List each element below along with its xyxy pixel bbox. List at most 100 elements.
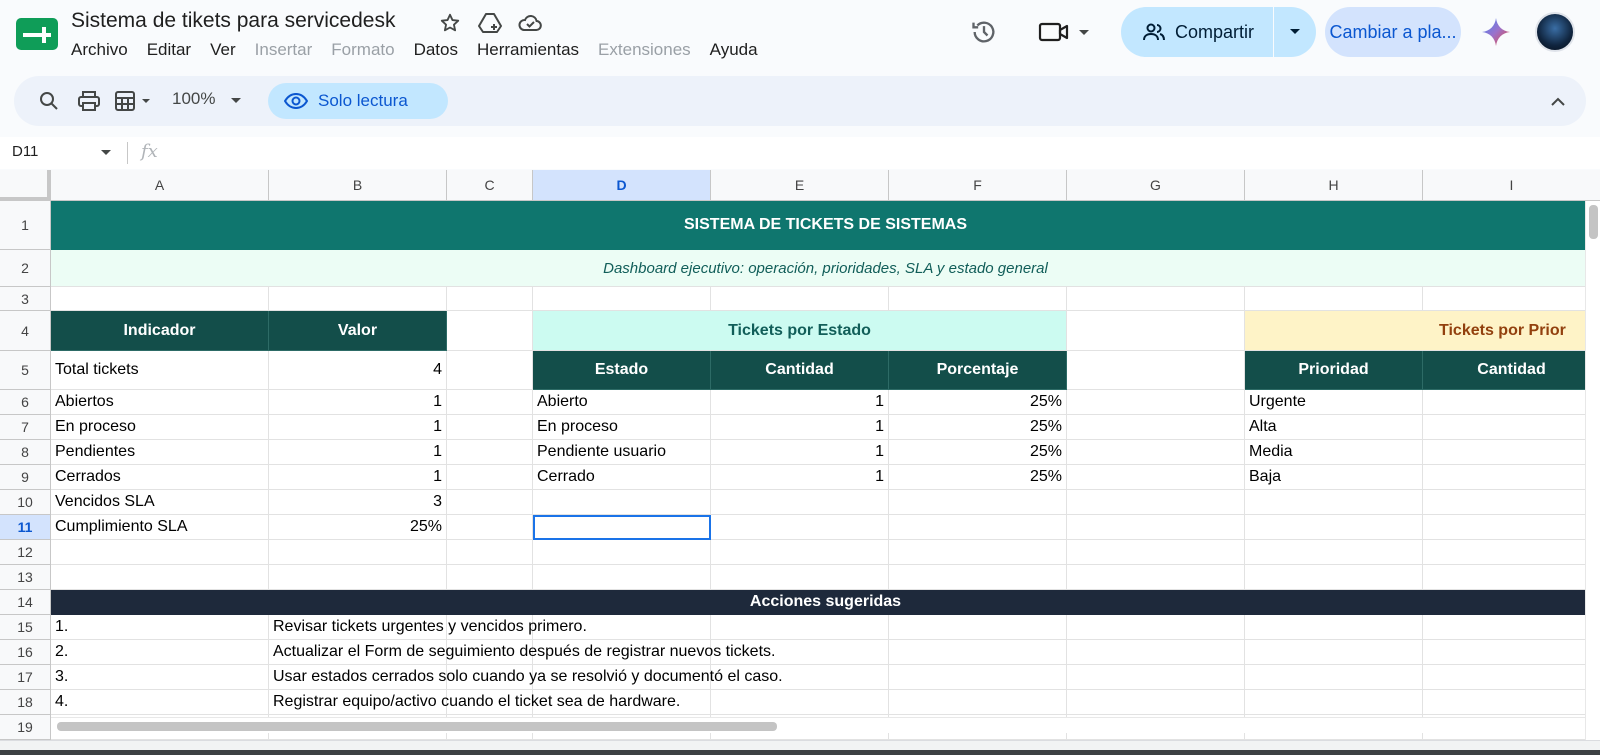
cell[interactable] xyxy=(1245,515,1423,540)
action-text[interactable]: Registrar equipo/activo cuando el ticket… xyxy=(269,690,680,715)
cell[interactable] xyxy=(1067,540,1245,565)
search-icon[interactable] xyxy=(34,85,64,117)
kpi-label[interactable]: Cumplimiento SLA xyxy=(51,515,269,540)
row-header-15[interactable]: 15 xyxy=(0,615,51,640)
cell[interactable] xyxy=(1423,415,1600,440)
cell[interactable] xyxy=(1245,640,1423,665)
cell[interactable] xyxy=(447,287,533,311)
row-header-9[interactable]: 9 xyxy=(0,465,51,490)
priority-label[interactable]: Alta xyxy=(1245,415,1423,440)
status-header[interactable]: Estado xyxy=(533,351,711,390)
column-header-f[interactable]: F xyxy=(889,170,1067,201)
row-header-2[interactable]: 2 xyxy=(0,250,51,287)
row-header-16[interactable]: 16 xyxy=(0,640,51,665)
share-button[interactable]: Compartir xyxy=(1121,7,1273,57)
spreadsheet-grid[interactable]: A B C D E F G H I 1 2 3 4 5 6 7 8 9 10 11 12 13 14 15 16 17 18 19 SI… xyxy=(0,170,1600,740)
column-header-g[interactable]: G xyxy=(1067,170,1245,201)
column-header-a[interactable]: A xyxy=(51,170,269,201)
cell[interactable] xyxy=(1067,440,1245,465)
cell[interactable] xyxy=(889,565,1067,590)
cell[interactable] xyxy=(889,615,1067,640)
row-header-6[interactable]: 6 xyxy=(0,390,51,415)
kpi-label[interactable]: Pendientes xyxy=(51,440,269,465)
cell[interactable] xyxy=(1423,465,1600,490)
kpi-value[interactable]: 4 xyxy=(269,351,447,390)
collapse-menu-chevron-up-icon[interactable] xyxy=(1544,87,1572,115)
cell[interactable] xyxy=(711,540,889,565)
readonly-mode-button[interactable]: Solo lectura xyxy=(268,83,448,119)
sheet-title[interactable]: SISTEMA DE TICKETS DE SISTEMAS xyxy=(51,201,1600,250)
action-text[interactable]: Actualizar el Form de seguimiento despué… xyxy=(269,640,775,665)
column-header-e[interactable]: E xyxy=(711,170,889,201)
kpi-value[interactable]: 1 xyxy=(269,440,447,465)
horizontal-scrollbar[interactable] xyxy=(51,717,1585,733)
kpi-header-indicator[interactable]: Indicador xyxy=(51,311,269,351)
priority-label[interactable]: Media xyxy=(1245,440,1423,465)
cell[interactable] xyxy=(533,540,711,565)
zoom-chevron-down-icon[interactable] xyxy=(226,85,246,117)
cell[interactable] xyxy=(889,287,1067,311)
zoom-select[interactable]: 100% xyxy=(172,89,215,109)
cell[interactable] xyxy=(447,490,533,515)
status-porcentaje[interactable]: 25% xyxy=(889,465,1067,490)
gemini-icon[interactable] xyxy=(1480,16,1512,48)
action-number[interactable]: 4. xyxy=(51,690,269,715)
cell[interactable] xyxy=(1423,690,1600,715)
version-history-icon[interactable] xyxy=(966,14,1002,50)
cell[interactable] xyxy=(711,490,889,515)
status-estado[interactable]: Cerrado xyxy=(533,465,711,490)
action-number[interactable]: 1. xyxy=(51,615,269,640)
column-header-i[interactable]: I xyxy=(1423,170,1600,201)
vertical-scroll-thumb[interactable] xyxy=(1589,205,1598,239)
cell[interactable] xyxy=(1423,390,1600,415)
cell[interactable] xyxy=(1423,565,1600,590)
name-box-chevron-down-icon[interactable] xyxy=(100,149,112,157)
cell[interactable] xyxy=(447,311,533,351)
cloud-saved-icon[interactable] xyxy=(517,10,543,36)
cell[interactable] xyxy=(1423,490,1600,515)
kpi-value[interactable]: 1 xyxy=(269,415,447,440)
menu-ver[interactable]: Ver xyxy=(210,40,236,62)
kpi-header-value[interactable]: Valor xyxy=(269,311,447,351)
status-table-title[interactable]: Tickets por Estado xyxy=(533,311,1067,351)
cell[interactable] xyxy=(1245,287,1423,311)
cell[interactable] xyxy=(1423,515,1600,540)
cell[interactable] xyxy=(1423,440,1600,465)
cell[interactable] xyxy=(889,665,1067,690)
cell[interactable] xyxy=(1067,515,1245,540)
cell[interactable] xyxy=(1245,540,1423,565)
menu-archivo[interactable]: Archivo xyxy=(71,40,128,62)
cell[interactable] xyxy=(1423,640,1600,665)
status-porcentaje[interactable]: 25% xyxy=(889,415,1067,440)
status-cantidad[interactable]: 1 xyxy=(711,465,889,490)
status-estado[interactable]: Pendiente usuario xyxy=(533,440,711,465)
kpi-value[interactable]: 3 xyxy=(269,490,447,515)
row-header-17[interactable]: 17 xyxy=(0,665,51,690)
cell[interactable] xyxy=(1245,615,1423,640)
menu-datos[interactable]: Datos xyxy=(414,40,458,62)
action-text[interactable]: Revisar tickets urgentes y vencidos prim… xyxy=(269,615,587,640)
cell[interactable] xyxy=(1067,351,1245,390)
star-icon[interactable] xyxy=(437,10,463,36)
document-title[interactable]: Sistema de tikets para servicedesk xyxy=(71,9,395,33)
cell[interactable] xyxy=(51,565,269,590)
status-estado[interactable]: En proceso xyxy=(533,415,711,440)
cell[interactable] xyxy=(447,465,533,490)
user-avatar[interactable] xyxy=(1535,12,1575,52)
priority-label[interactable]: Baja xyxy=(1245,465,1423,490)
cell[interactable] xyxy=(533,490,711,515)
kpi-value[interactable]: 25% xyxy=(269,515,447,540)
row-header-18[interactable]: 18 xyxy=(0,690,51,715)
column-header-b[interactable]: B xyxy=(269,170,447,201)
cell[interactable] xyxy=(1245,665,1423,690)
menu-herramientas[interactable]: Herramientas xyxy=(477,40,579,62)
cell[interactable] xyxy=(711,515,889,540)
status-porcentaje[interactable]: 25% xyxy=(889,440,1067,465)
kpi-label[interactable]: Cerrados xyxy=(51,465,269,490)
priority-header[interactable]: Prioridad xyxy=(1245,351,1423,390)
cell[interactable] xyxy=(1067,565,1245,590)
cell[interactable] xyxy=(447,540,533,565)
cell[interactable] xyxy=(711,565,889,590)
cell[interactable] xyxy=(1423,287,1600,311)
filter-views-icon[interactable] xyxy=(114,85,158,117)
